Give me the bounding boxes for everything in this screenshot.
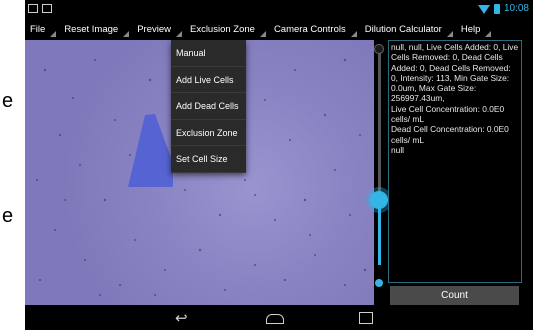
info-line: null xyxy=(391,144,405,155)
dropdown-item-add-live-cells[interactable]: Add Live Cells xyxy=(171,67,246,94)
menu-preview[interactable]: Preview xyxy=(132,20,185,40)
battery-icon xyxy=(493,3,500,14)
clock: 10:08 xyxy=(503,3,529,14)
info-line: Live Cell Concentration: 0.0E0 cells/ mL xyxy=(391,103,505,125)
tablet-screen: 10:08 File Reset Image Preview Exclusion… xyxy=(25,0,533,330)
dropdown-item-set-cell-size[interactable]: Set Cell Size xyxy=(171,146,246,173)
intensity-slider-thumb[interactable] xyxy=(370,191,388,209)
recent-apps-icon[interactable] xyxy=(359,312,373,324)
gallery-notification-icon xyxy=(42,4,52,13)
intensity-slider-fill xyxy=(378,200,381,265)
left-char-2: e xyxy=(2,205,14,227)
screenshot-notification-icon xyxy=(28,4,38,13)
exclusion-zone-dropdown: Manual Add Live Cells Add Dead Cells Exc… xyxy=(171,40,246,173)
dropdown-item-add-dead-cells[interactable]: Add Dead Cells xyxy=(171,93,246,120)
back-icon[interactable]: ↩ xyxy=(175,309,188,327)
left-char-1: e xyxy=(2,90,14,112)
count-button[interactable]: Count xyxy=(390,286,519,305)
menu-help[interactable]: Help xyxy=(456,20,495,40)
slider-bottom-marker xyxy=(375,279,383,287)
wifi-icon xyxy=(477,4,490,14)
dropdown-item-exclusion-zone[interactable]: Exclusion Zone xyxy=(171,120,246,147)
home-icon[interactable] xyxy=(266,314,284,324)
slider-top-marker xyxy=(374,44,384,54)
menu-bar: File Reset Image Preview Exclusion Zone … xyxy=(25,20,533,40)
menu-camera-controls[interactable]: Camera Controls xyxy=(269,20,360,40)
info-line: null, null, Live Cells Added: 0, Live Ce… xyxy=(391,42,519,104)
status-bar: 10:08 xyxy=(25,0,533,20)
menu-reset-image[interactable]: Reset Image xyxy=(59,20,132,40)
dropdown-item-manual[interactable]: Manual xyxy=(171,40,246,67)
info-line: Dead Cell Concentration: 0.0E0 cells/ mL xyxy=(391,124,509,145)
menu-exclusion-zone[interactable]: Exclusion Zone xyxy=(185,20,269,40)
menu-dilution-calculator[interactable]: Dilution Calculator xyxy=(360,20,456,40)
menu-file[interactable]: File xyxy=(25,20,59,40)
info-log-panel: null, null, Live Cells Added: 0, Live Ce… xyxy=(388,40,522,283)
navigation-bar: ↩ xyxy=(25,305,533,330)
